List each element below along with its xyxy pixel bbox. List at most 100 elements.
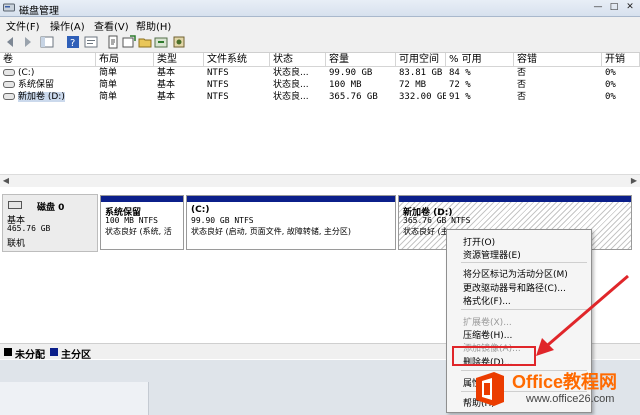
col-type[interactable]: 类型 [154,53,204,66]
disk-icon [8,201,22,209]
status-pane [0,382,149,415]
volume-pct-free: 84 % [449,68,471,78]
volume-status: 状态良... [273,80,309,90]
partition-size: 99.90 GB NTFS [191,216,254,225]
volume-fs: NTFS [207,68,229,78]
volume-capacity: 365.76 GB [329,92,378,102]
volume-name: (C:) [18,68,35,78]
table-row-selected[interactable]: 新加卷 (D:) 简单 基本 NTFS 状态良... 365.76 GB 332… [0,91,640,103]
col-overhead[interactable]: 开销 [602,53,640,66]
volume-fs: NTFS [207,80,229,90]
folder-icon[interactable] [138,35,152,49]
col-volume[interactable]: 卷 [0,53,96,66]
annotation-arrow-icon [536,274,629,356]
volume-type: 基本 [157,92,176,102]
volume-overhead: 0% [605,92,616,102]
drive-icon [3,69,15,76]
legend-primary: 主分区 [61,350,91,361]
scroll-left-icon[interactable]: ◀ [0,175,12,187]
menu-action[interactable]: 操作(A) [50,18,85,33]
disk-management-icon [3,3,15,12]
console-tree-icon[interactable] [40,35,54,49]
window-title: 磁盘管理 [19,6,59,17]
volume-name: 新加卷 (D:) [18,92,65,102]
back-icon[interactable] [4,35,18,49]
volume-capacity: 99.90 GB [329,68,373,78]
volume-layout: 简单 [99,68,118,78]
unallocated-swatch [4,348,12,356]
office-logo-icon [476,372,504,406]
refresh-icon[interactable] [106,35,120,49]
table-row[interactable]: (C:) 简单 基本 NTFS 状态良... 99.90 GB 83.81 GB… [0,67,640,79]
volume-fault: 否 [517,92,527,102]
volume-status: 状态良... [273,92,309,102]
maximize-button[interactable]: □ [606,1,622,14]
new-volume-icon[interactable] [122,35,136,49]
volume-fault: 否 [517,80,527,90]
menu-shrink-volume[interactable]: 压缩卷(H)... [463,328,512,341]
drive-icon [3,93,15,100]
volume-layout: 简单 [99,80,118,90]
watermark-title: Office教程网 [512,372,618,392]
properties-icon[interactable] [84,35,98,49]
menu-help[interactable]: 帮助(H) [136,18,171,33]
disk-size: 465.76 GB [7,224,51,233]
volume-capacity: 100 MB [329,80,362,90]
volume-type: 基本 [157,68,176,78]
volume-overhead: 0% [605,80,616,90]
menu-explorer[interactable]: 资源管理器(E) [463,248,521,261]
col-layout[interactable]: 布局 [96,53,154,66]
toolbar: ? [0,32,640,53]
horizontal-scrollbar[interactable]: ◀ ▶ [0,174,640,187]
disk-label: 磁盘 0 [37,203,65,213]
partition-system-reserved[interactable]: 系统保留 100 MB NTFS 状态良好 (系统, 活 [100,195,184,250]
scroll-right-icon[interactable]: ▶ [628,175,640,187]
volume-layout: 简单 [99,92,118,102]
partition-status: 状态良好 (启动, 页面文件, 故障转储, 主分区) [191,227,352,236]
partition-status: 状态良好 (系统, 活 [105,227,172,236]
menu-separator [461,262,587,263]
volume-free: 332.00 GB [399,92,446,102]
menu-bar: 文件(F) 操作(A) 查看(V) 帮助(H) [0,17,640,33]
menu-file[interactable]: 文件(F) [6,18,40,33]
col-percent-free[interactable]: % 可用 [446,53,514,66]
primary-swatch [50,348,58,356]
menu-extend-volume: 扩展卷(X)... [463,318,512,328]
menu-open[interactable]: 打开(O) [463,235,495,248]
volume-free: 72 MB [399,80,427,90]
partition-size: 365.76 GB NTFS [403,216,471,225]
col-status[interactable]: 状态 [270,53,326,66]
table-row[interactable]: 系统保留 简单 基本 NTFS 状态良... 100 MB 72 MB 72 %… [0,79,640,91]
volume-free: 83.81 GB [399,68,443,78]
svg-text:?: ? [70,38,75,49]
volume-status: 状态良... [273,68,309,78]
menu-view[interactable]: 查看(V) [94,18,129,33]
menu-format[interactable]: 格式化(F)... [463,294,511,307]
col-fault-tolerance[interactable]: 容错 [514,53,602,66]
volume-overhead: 0% [605,68,616,78]
close-button[interactable]: ✕ [622,1,638,14]
forward-icon[interactable] [20,35,34,49]
col-filesystem[interactable]: 文件系统 [204,53,270,66]
volume-fs: NTFS [207,92,229,102]
disk-info[interactable]: 磁盘 0 基本 465.76 GB 联机 [2,194,98,252]
drive-icon [3,81,15,88]
volume-fault: 否 [517,68,527,78]
volume-type: 基本 [157,80,176,90]
settings-icon[interactable] [172,35,186,49]
col-capacity[interactable]: 容量 [326,53,396,66]
disk-state: 联机 [7,239,26,249]
watermark: Office教程网 www.office26.com [470,368,638,413]
volume-name: 系统保留 [18,80,55,90]
rescan-icon[interactable] [154,35,168,49]
partition-c[interactable]: (C:) 99.90 GB NTFS 状态良好 (启动, 页面文件, 故障转储,… [186,195,396,250]
volume-pct-free: 91 % [449,92,471,102]
minimize-button[interactable]: — [590,1,606,14]
volume-list: 卷 布局 类型 文件系统 状态 容量 可用空间 % 可用 容错 开销 (C:) … [0,53,640,187]
title-bar: 磁盘管理 — □ ✕ [0,0,640,17]
volume-pct-free: 72 % [449,80,471,90]
help-icon[interactable]: ? [66,35,80,49]
column-header: 卷 布局 类型 文件系统 状态 容量 可用空间 % 可用 容错 开销 [0,53,640,67]
partition-size: 100 MB NTFS [105,216,158,225]
col-free-space[interactable]: 可用空间 [396,53,446,66]
